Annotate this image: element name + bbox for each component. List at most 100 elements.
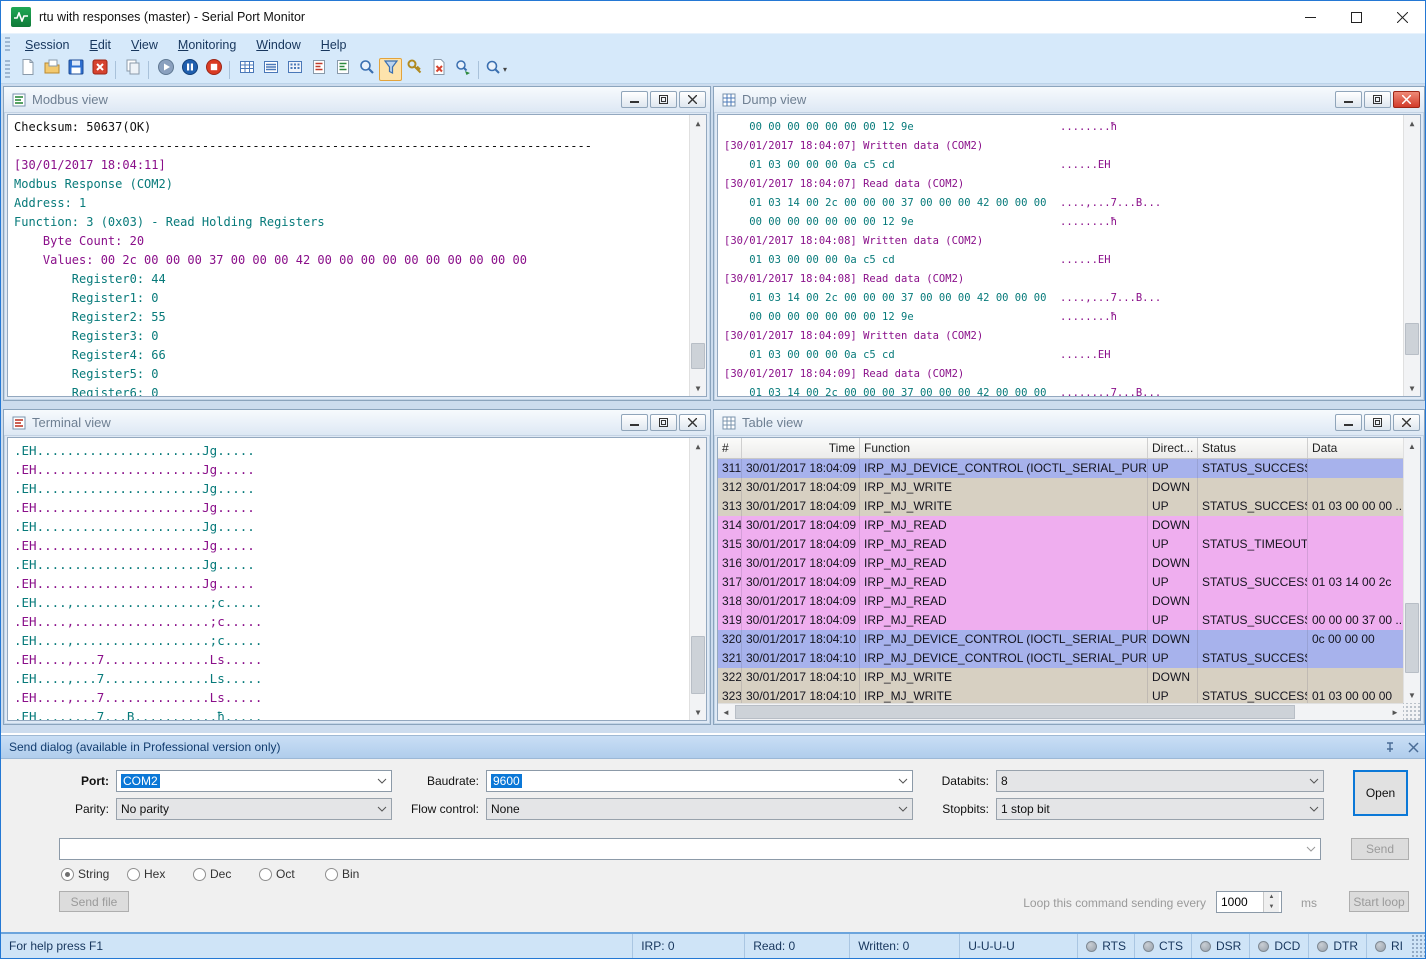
loop-interval-spinner[interactable]: ▲ ▼ [1216, 891, 1282, 913]
command-input[interactable] [59, 838, 1321, 860]
scroll-up-icon[interactable]: ▲ [1404, 438, 1420, 454]
scrollbar-thumb[interactable] [735, 705, 1295, 719]
resize-grip[interactable] [1403, 703, 1420, 720]
scroll-down-icon[interactable]: ▼ [690, 704, 706, 720]
parity-select[interactable]: No parity [116, 798, 392, 820]
pane-minimize-button[interactable] [621, 414, 648, 431]
modbus-view-button[interactable] [331, 58, 354, 81]
column-header-data[interactable]: Data [1308, 438, 1403, 458]
databits-select[interactable]: 8 [996, 770, 1324, 792]
modbus-view-titlebar[interactable]: Modbus view [4, 87, 710, 113]
terminal-view-titlebar[interactable]: Terminal view [4, 410, 710, 436]
table-row[interactable]: 31730/01/2017 18:04:09IRP_MJ_READUPSTATU… [718, 573, 1403, 592]
scroll-up-icon[interactable]: ▲ [1404, 115, 1420, 131]
column-header-direct[interactable]: Direct... [1148, 438, 1198, 458]
scroll-down-icon[interactable]: ▼ [1404, 380, 1420, 396]
radio-hex[interactable]: Hex [127, 867, 193, 881]
scroll-left-icon[interactable]: ◄ [718, 704, 734, 720]
search-button[interactable] [355, 58, 378, 81]
pane-close-button[interactable] [679, 414, 706, 431]
open-button[interactable]: Open [1353, 770, 1408, 816]
scrollbar-thumb[interactable] [691, 343, 705, 369]
scroll-up-icon[interactable]: ▲ [690, 115, 706, 131]
vertical-scrollbar[interactable]: ▲ ▼ [1403, 115, 1420, 396]
dump-view-content[interactable]: 00 00 00 00 00 00 00 12 9e........ħ[30/0… [717, 114, 1421, 397]
table-row[interactable]: 31230/01/2017 18:04:09IRP_MJ_WRITEDOWN [718, 478, 1403, 497]
close-session-button[interactable] [88, 58, 111, 81]
table-row[interactable]: 31830/01/2017 18:04:09IRP_MJ_READDOWN [718, 592, 1403, 611]
zoom-button[interactable]: ▾ [484, 58, 507, 81]
table-view-button[interactable] [235, 58, 258, 81]
table-row[interactable]: 31130/01/2017 18:04:09IRP_MJ_DEVICE_CONT… [718, 459, 1403, 478]
terminal-view-button[interactable] [307, 58, 330, 81]
clear-button[interactable] [427, 58, 450, 81]
radio-bin[interactable]: Bin [325, 867, 391, 881]
column-header-status[interactable]: Status [1198, 438, 1308, 458]
pane-restore-button[interactable] [650, 414, 677, 431]
send-button[interactable]: Send [1351, 838, 1409, 860]
scrollbar-thumb[interactable] [1405, 603, 1419, 673]
scrollbar-thumb[interactable] [691, 636, 705, 694]
table-row[interactable]: 31930/01/2017 18:04:09IRP_MJ_READUPSTATU… [718, 611, 1403, 630]
menu-monitoring[interactable]: Monitoring [168, 36, 246, 54]
filter-button[interactable] [379, 58, 402, 81]
table-header[interactable]: #TimeFunctionDirect...StatusData [718, 438, 1403, 459]
scrollbar-thumb[interactable] [1405, 323, 1419, 355]
pane-minimize-button[interactable] [1335, 91, 1362, 108]
pin-icon[interactable] [1384, 741, 1396, 753]
pane-restore-button[interactable] [1364, 91, 1391, 108]
menu-edit[interactable]: Edit [79, 36, 121, 54]
stop-monitoring-button[interactable] [202, 58, 225, 81]
dump-view-titlebar[interactable]: Dump view [714, 87, 1424, 113]
radio-oct[interactable]: Oct [259, 867, 325, 881]
stopbits-select[interactable]: 1 stop bit [996, 798, 1324, 820]
table-row[interactable]: 32230/01/2017 18:04:10IRP_MJ_WRITEDOWN [718, 668, 1403, 687]
baudrate-select[interactable]: 9600 [486, 770, 913, 792]
scroll-right-icon[interactable]: ► [1387, 704, 1403, 720]
minimize-button[interactable] [1287, 1, 1333, 33]
menu-grip[interactable] [5, 37, 10, 52]
send-file-button[interactable]: Send file [59, 891, 129, 912]
terminal-view-content[interactable]: .EH......................Jg......EH.....… [7, 437, 707, 721]
table-row[interactable]: 32130/01/2017 18:04:10IRP_MJ_DEVICE_CONT… [718, 649, 1403, 668]
save-session-button[interactable] [64, 58, 87, 81]
scroll-up-icon[interactable]: ▲ [690, 438, 706, 454]
column-header-function[interactable]: Function [860, 438, 1148, 458]
radio-dec[interactable]: Dec [193, 867, 259, 881]
pane-restore-button[interactable] [1364, 414, 1391, 431]
table-row[interactable]: 31630/01/2017 18:04:09IRP_MJ_READDOWN [718, 554, 1403, 573]
start-loop-button[interactable]: Start loop [1349, 891, 1409, 912]
table-row[interactable]: 31530/01/2017 18:04:09IRP_MJ_READUPSTATU… [718, 535, 1403, 554]
vertical-scrollbar[interactable]: ▲ ▼ [689, 115, 706, 396]
modbus-view-content[interactable]: Checksum: 50637(OK)---------------------… [7, 114, 707, 397]
pane-minimize-button[interactable] [1335, 414, 1362, 431]
resize-grip[interactable] [1411, 934, 1425, 958]
start-monitoring-button[interactable] [154, 58, 177, 81]
pane-close-button[interactable] [1393, 91, 1420, 108]
spinner-down-icon[interactable]: ▼ [1264, 902, 1279, 912]
table-view-titlebar[interactable]: Table view [714, 410, 1424, 436]
horizontal-scrollbar[interactable]: ◄ ► [718, 703, 1403, 720]
pane-minimize-button[interactable] [621, 91, 648, 108]
new-session-button[interactable] [16, 58, 39, 81]
menu-session[interactable]: Session [15, 36, 79, 54]
dump-view-button[interactable] [283, 58, 306, 81]
close-button[interactable] [1379, 1, 1425, 33]
menu-window[interactable]: Window [246, 36, 310, 54]
menu-help[interactable]: Help [311, 36, 357, 54]
scroll-down-icon[interactable]: ▼ [1404, 687, 1420, 703]
pane-close-button[interactable] [679, 91, 706, 108]
toolbar-grip[interactable] [5, 60, 10, 79]
flow-control-select[interactable]: None [486, 798, 913, 820]
vertical-scrollbar[interactable]: ▲ ▼ [689, 438, 706, 720]
copy-button[interactable] [121, 58, 144, 81]
setup-button[interactable] [403, 58, 426, 81]
maximize-button[interactable] [1333, 1, 1379, 33]
line-view-button[interactable] [259, 58, 282, 81]
table-row[interactable]: 31330/01/2017 18:04:09IRP_MJ_WRITEUPSTAT… [718, 497, 1403, 516]
table-row[interactable]: 32030/01/2017 18:04:10IRP_MJ_DEVICE_CONT… [718, 630, 1403, 649]
scroll-down-icon[interactable]: ▼ [690, 380, 706, 396]
pane-restore-button[interactable] [650, 91, 677, 108]
spinner-up-icon[interactable]: ▲ [1264, 892, 1279, 902]
vertical-scrollbar[interactable]: ▲ ▼ [1403, 438, 1420, 703]
